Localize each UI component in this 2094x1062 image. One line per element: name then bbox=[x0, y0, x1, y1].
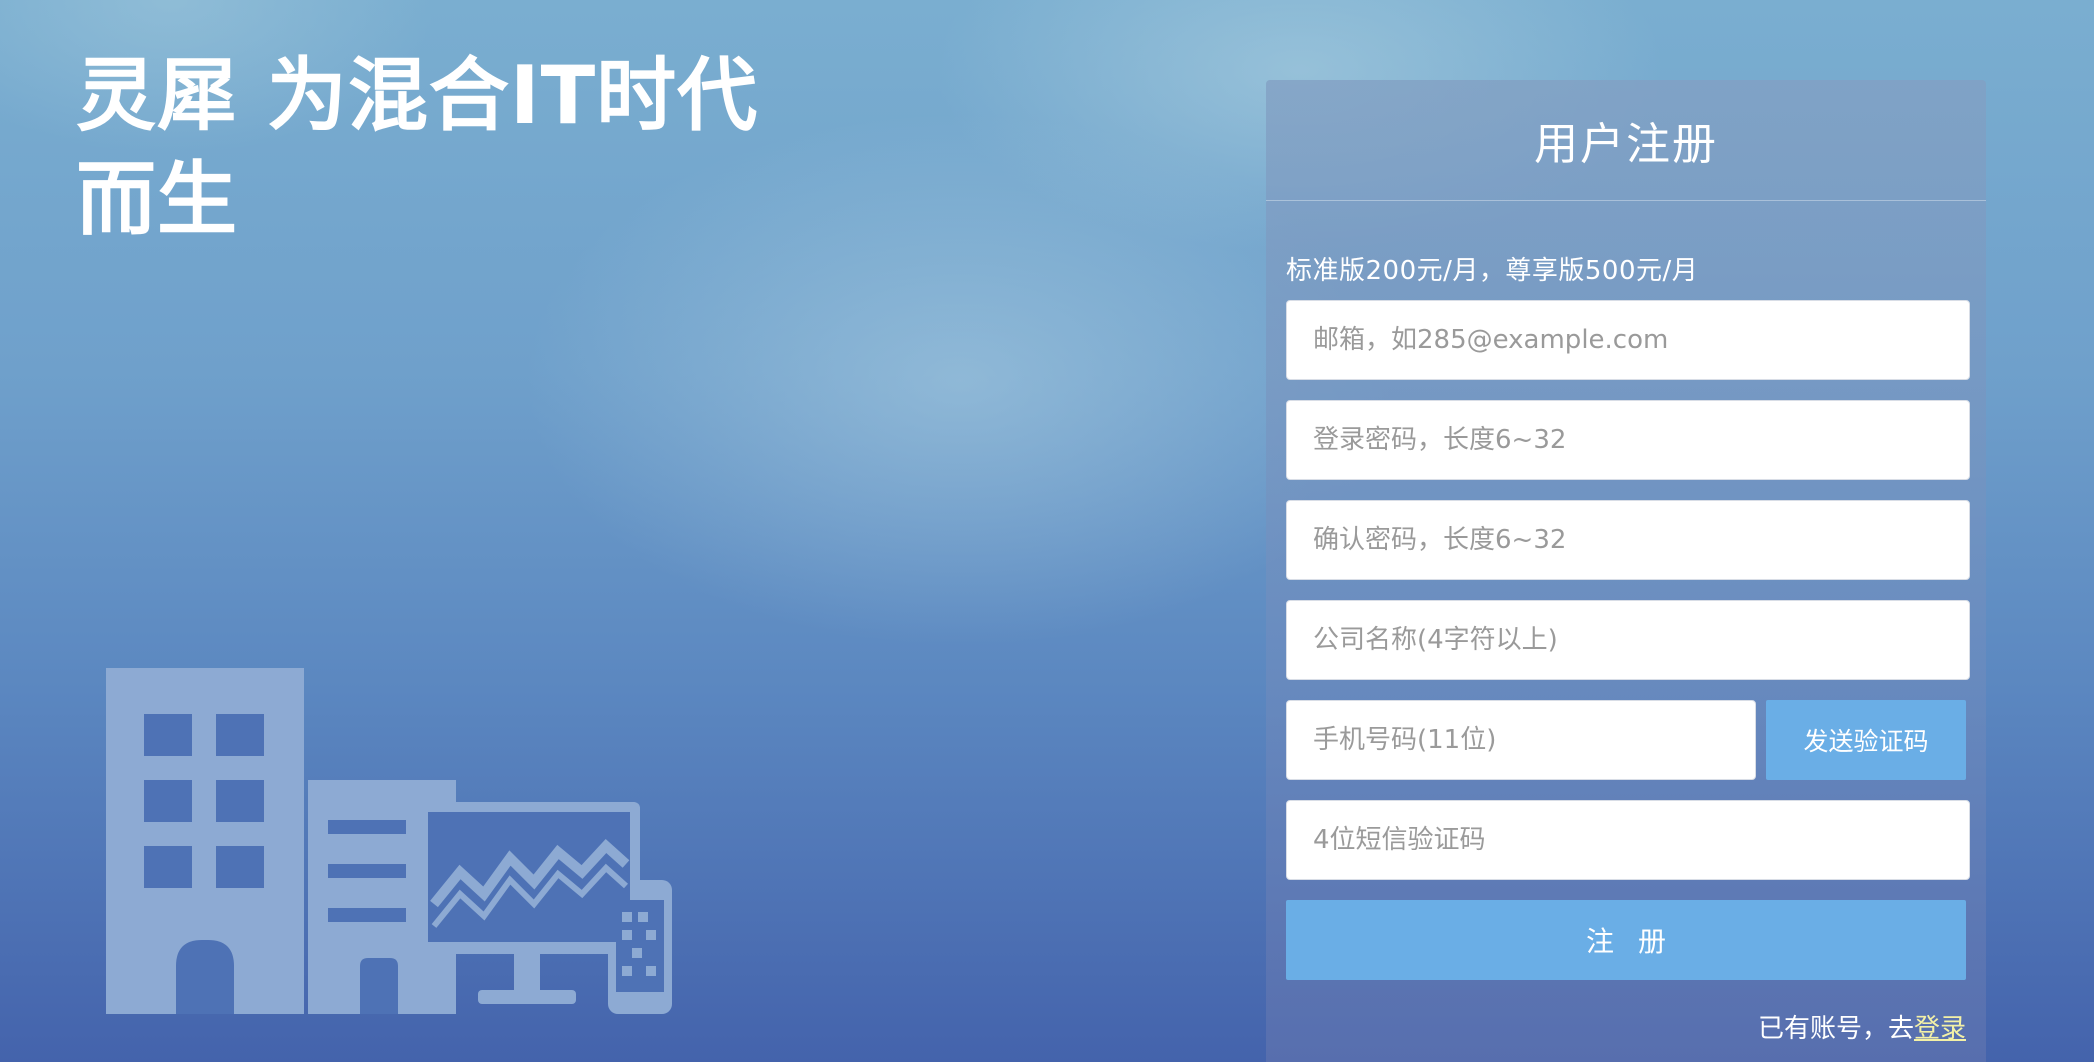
login-prompt: 已有账号，去登录 bbox=[1758, 1008, 1966, 1045]
register-panel-header: 用户注册 bbox=[1266, 80, 1986, 201]
register-title: 用户注册 bbox=[1534, 119, 1718, 170]
sms-code-field[interactable] bbox=[1286, 800, 1970, 880]
register-panel: 用户注册 标准版200元/月，尊享版500元/月 发送验证码 注册 已有账号，去… bbox=[1266, 80, 1986, 1062]
hero-headline: 灵犀 为混合IT时代 而生 bbox=[76, 44, 796, 252]
login-link[interactable]: 登录 bbox=[1914, 1014, 1966, 1044]
pricing-text: 标准版200元/月，尊享版500元/月 bbox=[1286, 256, 1699, 286]
company-name-field[interactable] bbox=[1286, 600, 1970, 680]
register-button[interactable]: 注册 bbox=[1286, 900, 1966, 980]
email-field[interactable] bbox=[1286, 300, 1970, 380]
have-account-text: 已有账号，去 bbox=[1757, 1014, 1914, 1044]
confirm-password-field[interactable] bbox=[1286, 500, 1970, 580]
hero-headline-line1: 灵犀 为混合IT时代 bbox=[76, 49, 759, 142]
send-code-button[interactable]: 发送验证码 bbox=[1766, 700, 1966, 780]
hero-headline-line2: 而生 bbox=[76, 153, 238, 246]
phone-field[interactable] bbox=[1286, 700, 1756, 780]
buildings-monitor-phone-illustration bbox=[106, 668, 672, 1014]
password-field[interactable] bbox=[1286, 400, 1970, 480]
